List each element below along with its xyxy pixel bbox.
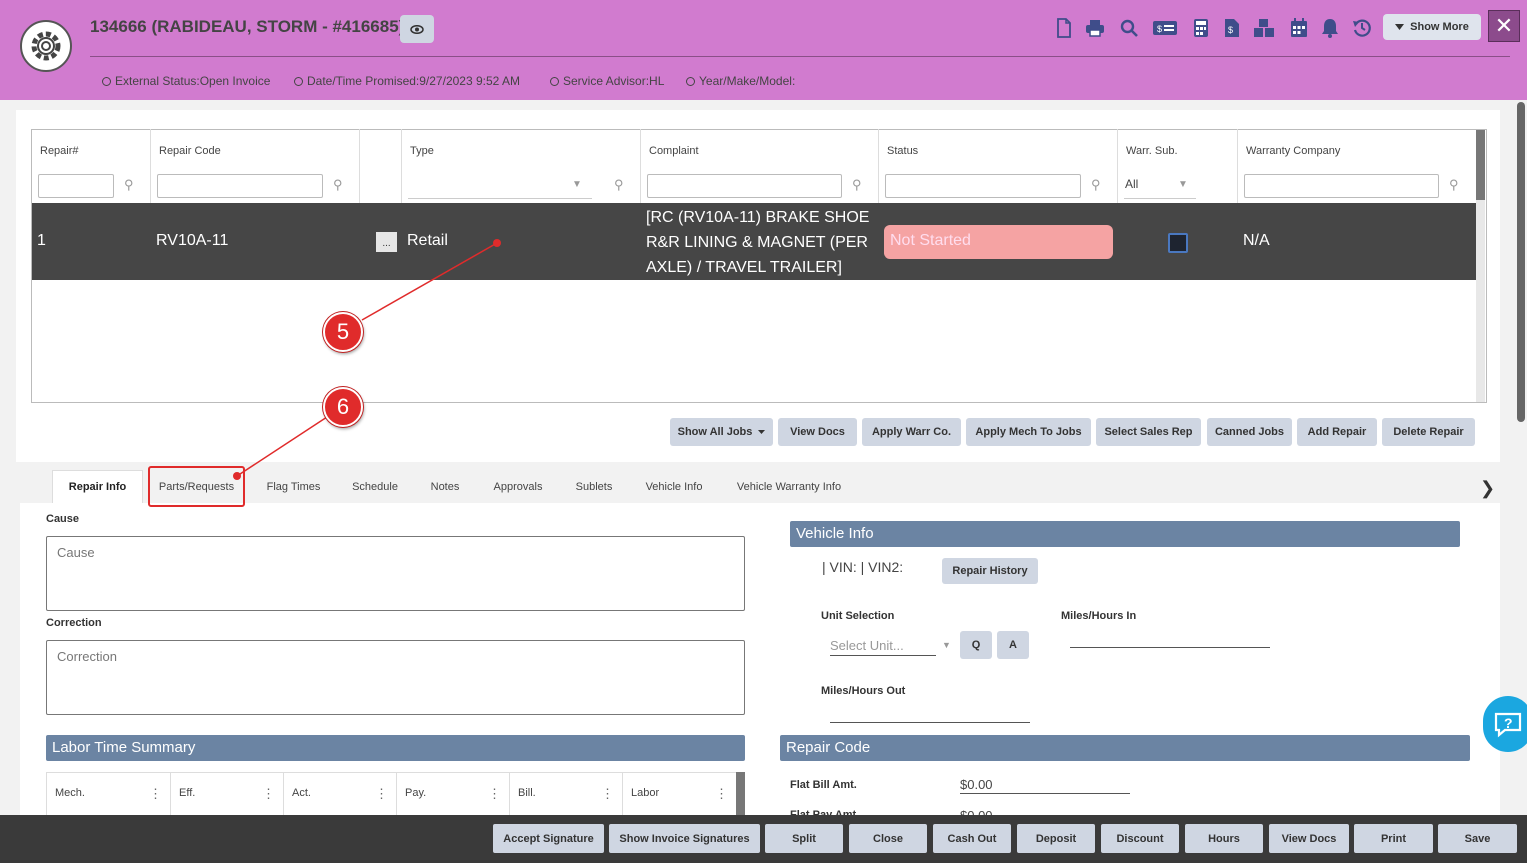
annotation-badge-6: 6 <box>323 387 363 427</box>
annotation-badge-5: 5 <box>323 312 363 352</box>
annotation-arrows <box>233 239 501 480</box>
highlight-box <box>148 466 245 507</box>
